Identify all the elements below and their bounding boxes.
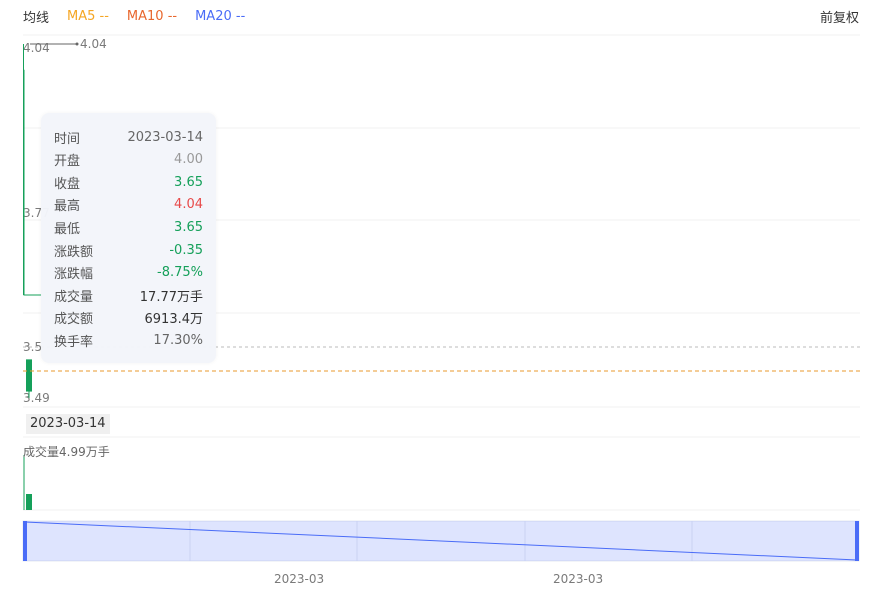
tooltip-key: 时间 bbox=[54, 131, 81, 147]
tooltip-row: 最低 3.65 bbox=[54, 217, 203, 237]
volume-label: 成交量4.99万手 bbox=[23, 445, 110, 459]
high-marker-dot bbox=[75, 42, 79, 46]
tooltip-key: 收盘 bbox=[54, 176, 81, 192]
x-tick-label: 2023-03 bbox=[274, 572, 324, 586]
tooltip-row: 涨跌额 -0.35 bbox=[54, 240, 203, 260]
tooltip-value: 6913.4万 bbox=[144, 312, 204, 328]
tooltip-row: 换手率 17.30% bbox=[54, 330, 203, 350]
y-tick-label: 4.04 bbox=[23, 41, 50, 55]
tooltip-key: 换手率 bbox=[54, 334, 94, 350]
zoom-handle-right[interactable] bbox=[855, 521, 859, 561]
tooltip-key: 涨跌额 bbox=[54, 244, 94, 260]
x-tick-label: 2023-03 bbox=[553, 572, 603, 586]
tooltip-value: 17.30% bbox=[153, 332, 203, 348]
tooltip: 时间 2023-03-14 开盘 4.00 收盘 3.65 最高 4.04 最低 3.65 涨跌额 -… bbox=[41, 113, 216, 363]
tooltip-value: 3.65 bbox=[174, 219, 203, 235]
tooltip-value: 4.00 bbox=[174, 152, 203, 168]
tooltip-key: 涨跌幅 bbox=[54, 267, 94, 283]
volume-bar[interactable] bbox=[23, 455, 25, 510]
tooltip-value: -0.35 bbox=[169, 242, 203, 258]
crosshair-date-label: 2023-03-14 bbox=[26, 414, 110, 434]
data-zoom[interactable] bbox=[22, 520, 860, 562]
tooltip-key: 成交额 bbox=[54, 312, 94, 328]
tooltip-key: 开盘 bbox=[54, 154, 81, 170]
tooltip-key: 最低 bbox=[54, 221, 81, 237]
tooltip-key: 最高 bbox=[54, 199, 81, 215]
y-tick-label: 3.49 bbox=[23, 391, 50, 405]
tooltip-row: 开盘 4.00 bbox=[54, 150, 203, 170]
tooltip-value: 4.04 bbox=[174, 197, 203, 213]
high-marker-label: 4.04 bbox=[80, 37, 107, 51]
tooltip-key: 成交量 bbox=[54, 289, 94, 305]
tooltip-value: 17.77万手 bbox=[139, 289, 203, 305]
tooltip-row: 最高 4.04 bbox=[54, 195, 203, 215]
volume-bar[interactable] bbox=[26, 494, 32, 510]
tooltip-value: -8.75% bbox=[157, 265, 203, 281]
tooltip-value: 3.65 bbox=[174, 174, 203, 190]
tooltip-row: 收盘 3.65 bbox=[54, 172, 203, 192]
volume-bars bbox=[23, 455, 32, 510]
tooltip-row: 涨跌幅 -8.75% bbox=[54, 263, 203, 283]
candle-body[interactable] bbox=[26, 359, 32, 392]
tooltip-value: 2023-03-14 bbox=[127, 129, 203, 145]
candle-body[interactable] bbox=[23, 69, 25, 296]
zoom-handle-left[interactable] bbox=[23, 521, 27, 561]
tooltip-row: 成交额 6913.4万 bbox=[54, 308, 203, 328]
tooltip-row: 时间 2023-03-14 bbox=[54, 127, 203, 147]
tooltip-row: 成交量 17.77万手 bbox=[54, 285, 203, 305]
